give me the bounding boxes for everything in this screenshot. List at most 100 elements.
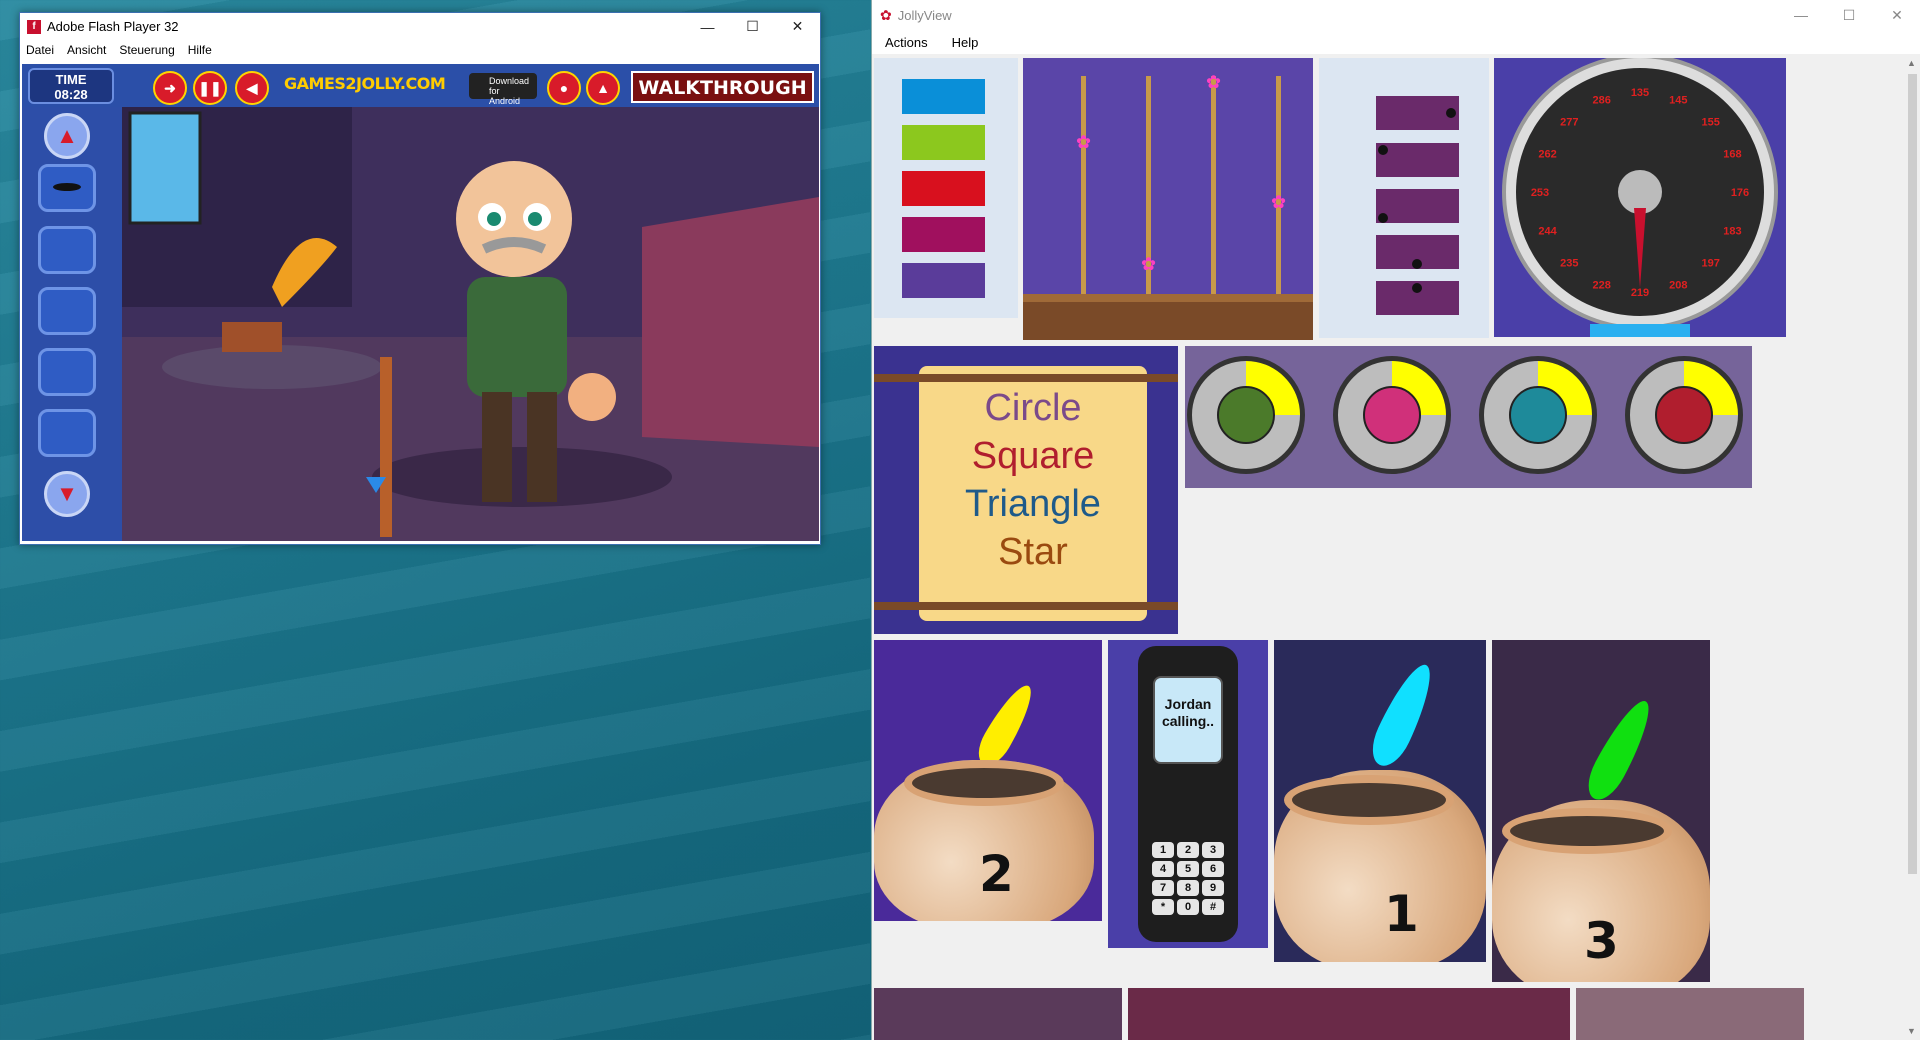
drawer-1-dot	[1446, 108, 1456, 118]
speedometer-tick-197: 197	[1702, 258, 1720, 270]
inventory-slot-5[interactable]	[38, 409, 96, 457]
svg-text:✿: ✿	[1141, 254, 1156, 274]
drawer-2	[1376, 143, 1459, 177]
color-swatch-panel	[874, 58, 1018, 318]
scroll-up-arrow-icon[interactable]: ▲	[1907, 58, 1916, 68]
scroll-down-arrow-icon[interactable]: ▼	[1907, 1026, 1916, 1036]
ring-1-center	[1217, 386, 1275, 444]
games2jolly-logo[interactable]: GAMES2JOLLY.COM	[284, 74, 446, 93]
speedometer-tick-286: 286	[1593, 95, 1611, 107]
menu-help[interactable]: Help	[952, 35, 979, 50]
phone-panel: Jordan calling.. 1 2 3 4 5 6 7 8 9 * 0 #	[1108, 640, 1268, 948]
time-label: TIME	[55, 72, 87, 87]
speedometer-tick-135: 135	[1631, 87, 1649, 99]
pause-icon[interactable]: ❚❚	[193, 71, 227, 105]
room-illustration	[122, 107, 819, 541]
game-scene[interactable]	[122, 107, 819, 541]
close-button[interactable]: ✕	[775, 13, 820, 40]
jolly-minimize-button[interactable]: —	[1777, 0, 1825, 30]
drawer-dots-panel	[1319, 58, 1489, 338]
android-download-button[interactable]: Download for Android	[469, 73, 537, 106]
menu-steuerung[interactable]: Steuerung	[119, 43, 174, 57]
phone-key-7: 8	[1177, 880, 1199, 896]
jolly-maximize-button[interactable]: ☐	[1825, 0, 1873, 30]
inventory-up-arrow-icon[interactable]: ▲	[44, 113, 90, 159]
swatch-green	[902, 125, 985, 160]
swatch-blue	[902, 79, 985, 114]
feather-1	[1364, 657, 1442, 773]
phone-key-1: 2	[1177, 842, 1199, 858]
scroll-word-star: Star	[998, 531, 1068, 573]
minimize-button[interactable]: —	[685, 13, 730, 40]
scrollbar-thumb[interactable]	[1908, 74, 1917, 874]
drawer-3	[1376, 189, 1459, 223]
ring-4	[1625, 356, 1743, 474]
game-topbar: TIME 08:28 ➜ ❚❚ ◀ GAMES2JOLLY.COM Downlo…	[22, 64, 819, 107]
phone-key-10: 0	[1177, 899, 1199, 915]
time-value: 08:28	[54, 87, 88, 102]
svg-text:✿: ✿	[1271, 192, 1286, 212]
pot-1-mouth	[1284, 775, 1454, 825]
inventory-slot-3[interactable]	[38, 287, 96, 335]
pot-2-mouth	[904, 760, 1064, 806]
color-rings-panel	[1185, 346, 1752, 488]
flip-phone: Jordan calling.. 1 2 3 4 5 6 7 8 9 * 0 #	[1138, 646, 1238, 942]
inventory-slot-2[interactable]	[38, 226, 96, 274]
partial-panel-3	[1576, 988, 1804, 1040]
speedometer-tick-262: 262	[1538, 149, 1556, 161]
scroll-rod-bottom	[874, 602, 1178, 610]
phone-key-8: 9	[1202, 880, 1224, 896]
speedometer-tick-235: 235	[1560, 258, 1578, 270]
ring-4-center	[1655, 386, 1713, 444]
inventory-down-arrow-icon[interactable]: ▼	[44, 471, 90, 517]
speedometer-tick-277: 277	[1560, 116, 1578, 128]
speedometer-tick-145: 145	[1669, 95, 1687, 107]
drawer-1	[1376, 96, 1459, 130]
phone-screen-text: Jordan calling..	[1153, 676, 1223, 764]
speedometer-panel: 135 145 155 168 176 183 197 208 219 228 235 244 253 2…	[1494, 58, 1786, 337]
jolly-app-icon: ✿	[880, 6, 892, 23]
android-line2: Android	[489, 96, 521, 106]
vertical-scrollbar[interactable]: ▲ ▼	[1904, 54, 1920, 1040]
speedometer-tick-228: 228	[1593, 279, 1611, 291]
drawer-5	[1376, 281, 1459, 315]
phone-keypad: 1 2 3 4 5 6 7 8 9 * 0 #	[1152, 842, 1224, 915]
jolly-close-button[interactable]: ✕	[1873, 0, 1920, 30]
android-line1: Download for	[489, 76, 530, 96]
jolly-window-title: JollyView	[897, 7, 952, 23]
swatch-purple	[902, 263, 985, 298]
walkthrough-button[interactable]: WALKTHROUGH	[631, 71, 814, 103]
feather-2	[971, 679, 1041, 771]
maximize-button[interactable]: ☐	[730, 13, 775, 40]
record-disc-icon	[53, 183, 81, 191]
pot-panel-2: 2	[874, 640, 1102, 921]
inventory-slot-1[interactable]	[38, 164, 96, 212]
menu-actions[interactable]: Actions	[885, 35, 928, 50]
inventory-slot-4[interactable]	[38, 348, 96, 396]
drawer-5-dot	[1412, 283, 1422, 293]
speedometer-tick-155: 155	[1702, 116, 1720, 128]
thumbs-up-icon[interactable]: ▲	[586, 71, 620, 105]
svg-text:✿: ✿	[1206, 72, 1221, 92]
drawer-4-dot	[1412, 259, 1422, 269]
jolly-titlebar: ✿ JollyView — ☐ ✕	[872, 0, 1920, 30]
speedometer-gauge: 135 145 155 168 176 183 197 208 219 228 235 244 253 2…	[1502, 58, 1778, 337]
share-icon[interactable]: ➜	[153, 71, 187, 105]
game-canvas[interactable]: TIME 08:28 ➜ ❚❚ ◀ GAMES2JOLLY.COM Downlo…	[22, 64, 819, 541]
sound-icon[interactable]: ◀	[235, 71, 269, 105]
drawer-2-dot	[1378, 145, 1388, 155]
phone-key-6: 7	[1152, 880, 1174, 896]
menu-ansicht[interactable]: Ansicht	[67, 43, 106, 57]
pot-2-number: 2	[979, 845, 1014, 903]
menu-hilfe[interactable]: Hilfe	[188, 43, 212, 57]
ring-2-center	[1363, 386, 1421, 444]
ring-1	[1187, 356, 1305, 474]
drawer-4	[1376, 235, 1459, 269]
phone-key-5: 6	[1202, 861, 1224, 877]
feather-3	[1580, 693, 1660, 807]
jollyview-window: ✿ JollyView — ☐ ✕ Actions Help ✿ ✿ ✿ ✿ 1…	[871, 0, 1920, 1040]
menu-datei[interactable]: Datei	[26, 43, 54, 57]
swatch-magenta	[902, 217, 985, 252]
phone-key-3: 4	[1152, 861, 1174, 877]
chat-icon[interactable]: ●	[547, 71, 581, 105]
